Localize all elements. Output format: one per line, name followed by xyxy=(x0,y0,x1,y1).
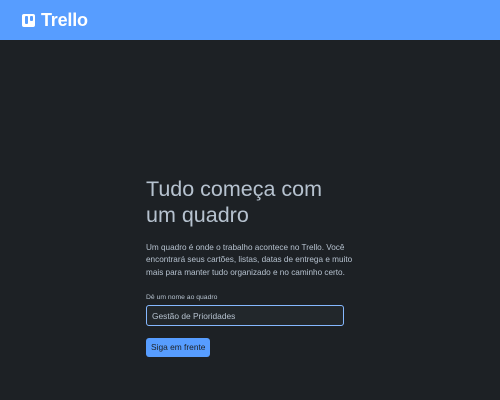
continue-button[interactable]: Siga em frente xyxy=(146,338,211,358)
brand-name: Trello xyxy=(41,9,88,30)
page-description: Um quadro é onde o trabalho acontece no … xyxy=(146,243,353,277)
trello-board-icon xyxy=(22,13,35,27)
board-name-label: Dê um nome ao quadro xyxy=(146,294,218,302)
top-bar: Trello xyxy=(0,0,500,40)
page-title: Tudo começa com um quadro xyxy=(146,177,323,227)
trello-logo[interactable]: Trello xyxy=(22,10,88,31)
board-name-input[interactable] xyxy=(146,305,344,327)
create-board-panel: Tudo começa com um quadro Um quadro é on… xyxy=(146,176,356,358)
